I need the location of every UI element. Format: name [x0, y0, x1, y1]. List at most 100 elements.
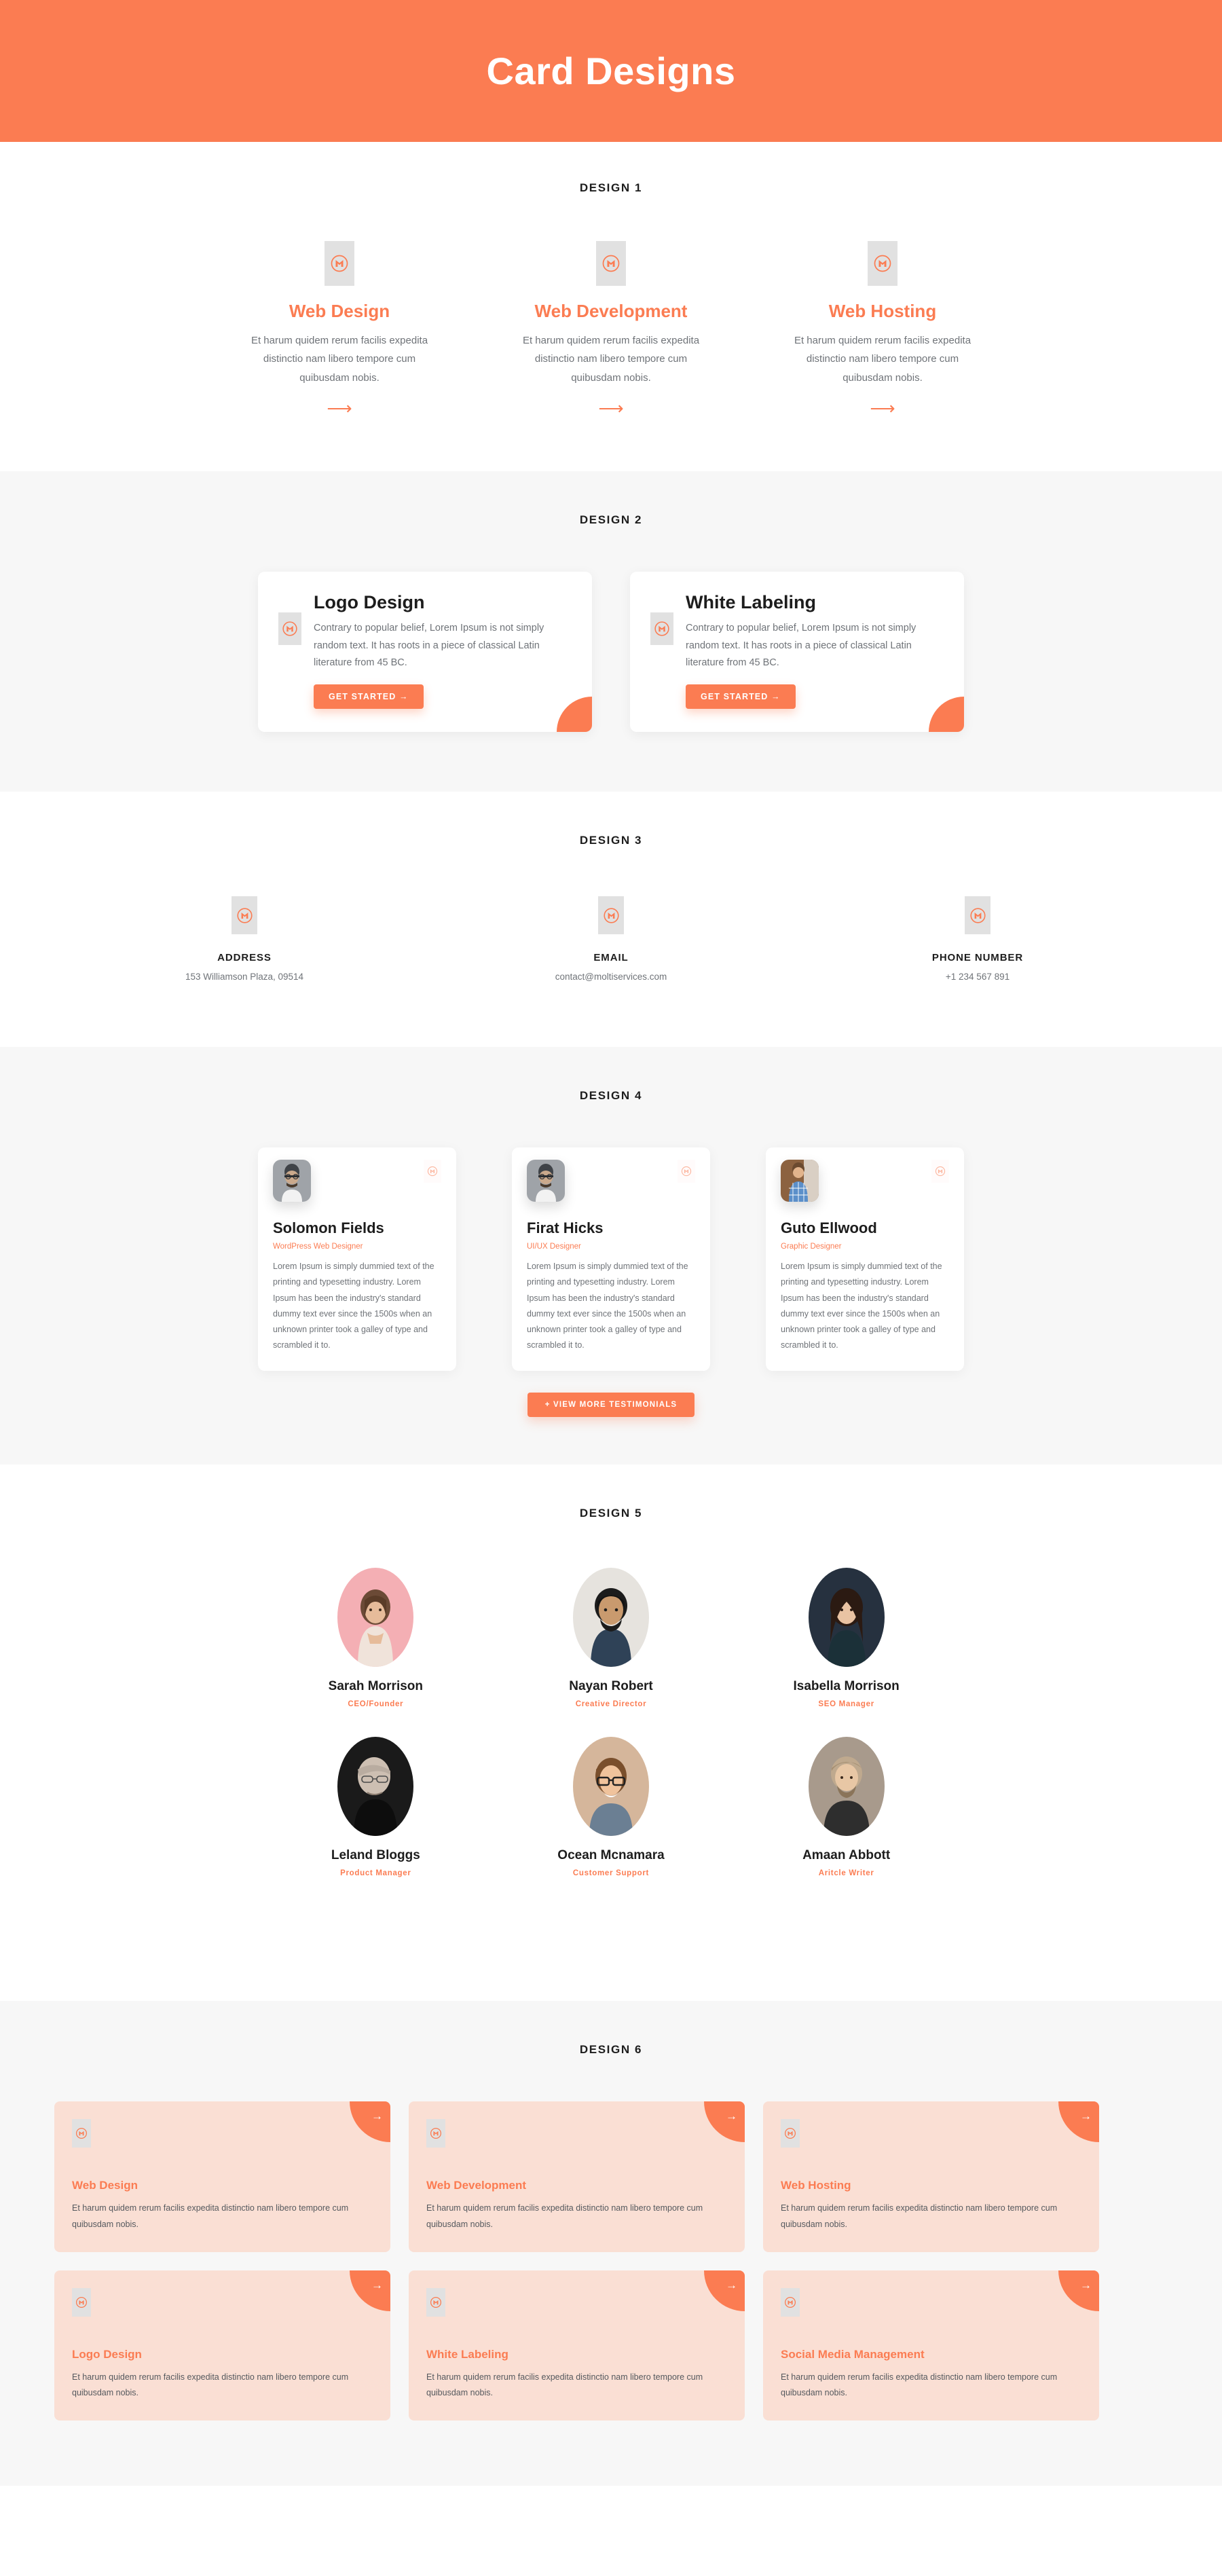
team-member-role: Aritcle Writer — [818, 1869, 874, 1878]
feature-card-description: Contrary to popular belief, Lorem Ipsum … — [686, 622, 916, 669]
brand-m-logo-icon — [781, 2119, 800, 2148]
arrow-right-icon[interactable]: → — [1058, 2101, 1099, 2143]
testimonial-card[interactable]: Solomon Fields WordPress Web Designer Lo… — [258, 1147, 456, 1372]
view-more-row: + VIEW MORE TESTIMONIALS — [0, 1393, 1222, 1418]
avatar — [273, 1160, 311, 1202]
feature-card[interactable]: White Labeling Contrary to popular belie… — [630, 571, 964, 733]
feature-card-title: Logo Design — [314, 591, 425, 612]
testimonial-card[interactable]: Firat Hicks UI/UX Designer Lorem Ipsum i… — [512, 1147, 710, 1372]
service-card[interactable]: Web Hosting Et harum quidem rerum facili… — [781, 241, 984, 417]
avatar — [527, 1160, 565, 1202]
service-card[interactable]: Web Development Et harum quidem rerum fa… — [509, 241, 713, 417]
arrow-glyph: → — [726, 2278, 737, 2292]
arrow-glyph: → — [371, 2278, 383, 2292]
arrow-right-icon[interactable]: ⟶ — [509, 399, 713, 417]
testimonial-card-header — [273, 1160, 441, 1202]
service-tile-title: White Labeling — [426, 2347, 508, 2361]
team-member-card[interactable]: Leland Bloggs Product Manager — [258, 1737, 494, 1877]
feature-card-body: Logo Design Contrary to popular belief, … — [314, 591, 572, 710]
team-member-role: Customer Support — [572, 1869, 650, 1878]
service-card-description: Et harum quidem rerum facilis expedita d… — [522, 335, 700, 384]
service-tile[interactable]: → Logo Design Et harum quidem rerum faci… — [54, 2270, 390, 2421]
contact-card-value[interactable]: contact@moltiservices.com — [489, 972, 733, 982]
team-member-name: Sarah Morrison — [328, 1679, 424, 1694]
brand-m-logo-icon — [72, 2119, 91, 2148]
team-member-name: Amaan Abbott — [802, 1848, 891, 1863]
arrow-right-icon[interactable]: ⟶ — [238, 399, 441, 417]
service-tile[interactable]: → Web Design Et harum quidem rerum facil… — [54, 2101, 390, 2252]
testimonial-card-header — [527, 1160, 695, 1202]
contact-card: PHONE NUMBER +1 234 567 891 — [855, 896, 1100, 982]
service-tile[interactable]: → White Labeling Et harum quidem rerum f… — [409, 2270, 745, 2421]
service-tile-description: Et harum quidem rerum facilis expedita d… — [72, 2203, 349, 2229]
section-label-design-5: DESIGN 5 — [579, 1507, 643, 1520]
design-5-team-grid: Sarah Morrison CEO/Founder Nayan Robert … — [258, 1568, 964, 1906]
avatar — [781, 1160, 819, 1202]
feature-card-description: Contrary to popular belief, Lorem Ipsum … — [314, 622, 544, 669]
service-tile[interactable]: → Web Hosting Et harum quidem rerum faci… — [763, 2101, 1099, 2252]
arrow-right-icon[interactable]: → — [704, 2101, 745, 2143]
feature-card-body: White Labeling Contrary to popular belie… — [686, 592, 944, 710]
arrow-glyph: → — [1080, 2110, 1092, 2123]
team-member-name: Isabella Morrison — [793, 1679, 900, 1694]
get-started-button[interactable]: GET STARTED → — [314, 684, 424, 710]
view-more-testimonials-button[interactable]: + VIEW MORE TESTIMONIALS — [527, 1393, 695, 1418]
testimonial-author-role: WordPress Web Designer — [273, 1243, 363, 1251]
icon-wrapper — [509, 241, 713, 286]
arrow-right-icon[interactable]: → — [704, 2270, 745, 2311]
arrow-right-icon[interactable]: → — [1058, 2270, 1099, 2311]
service-card-description: Et harum quidem rerum facilis expedita d… — [794, 335, 971, 384]
testimonial-author-role: Graphic Designer — [781, 1243, 842, 1251]
brand-m-logo-icon — [278, 612, 301, 645]
design-6-section: DESIGN 6 → Web Design Et harum quidem re… — [0, 2001, 1222, 2486]
team-member-card[interactable]: Nayan Robert Creative Director — [494, 1568, 729, 1708]
team-member-role: Creative Director — [575, 1700, 647, 1709]
brand-m-logo-icon — [781, 2287, 800, 2317]
section-label-design-1: DESIGN 1 — [579, 181, 643, 194]
brand-m-logo-icon — [596, 241, 626, 286]
brand-m-logo-icon — [72, 2287, 91, 2317]
arrow-right-icon[interactable]: → — [350, 2101, 390, 2143]
arrow-right-icon[interactable]: ⟶ — [781, 399, 984, 417]
testimonial-text: Lorem Ipsum is simply dummied text of th… — [527, 1262, 688, 1350]
team-member-name: Ocean Mcnamara — [557, 1848, 665, 1863]
section-label-design-2: DESIGN 2 — [579, 513, 643, 526]
brand-m-logo-icon — [868, 241, 897, 286]
contact-card-value[interactable]: +1 234 567 891 — [855, 972, 1100, 982]
team-member-role: Product Manager — [340, 1869, 411, 1878]
testimonial-card[interactable]: Guto Ellwood Graphic Designer Lorem Ipsu… — [766, 1147, 964, 1372]
arrow-glyph: → — [1080, 2278, 1092, 2292]
page-header: Card Designs — [0, 0, 1222, 142]
icon-wrapper — [238, 241, 441, 286]
get-started-button[interactable]: GET STARTED → — [686, 684, 796, 710]
brand-m-logo-icon — [965, 896, 990, 935]
design-3-section: DESIGN 3 ADDRESS 153 Williamson Plaza, 0… — [0, 792, 1222, 1048]
team-member-role: SEO Manager — [818, 1700, 874, 1709]
brand-m-logo-icon — [325, 241, 354, 286]
section-label-design-6: DESIGN 6 — [579, 2043, 643, 2057]
arrow-right-icon[interactable]: → — [350, 2270, 390, 2311]
team-member-card[interactable]: Isabella Morrison SEO Manager — [728, 1568, 964, 1708]
service-tile-description: Et harum quidem rerum facilis expedita d… — [426, 2372, 703, 2398]
brand-m-logo-icon — [426, 2119, 445, 2148]
service-tile[interactable]: → Web Development Et harum quidem rerum … — [409, 2101, 745, 2252]
team-member-card[interactable]: Ocean Mcnamara Customer Support — [494, 1737, 729, 1877]
testimonial-text: Lorem Ipsum is simply dummied text of th… — [273, 1262, 434, 1350]
service-tile-title: Web Hosting — [781, 2179, 851, 2192]
service-card[interactable]: Web Design Et harum quidem rerum facilis… — [238, 241, 441, 417]
team-member-name: Nayan Robert — [569, 1679, 653, 1694]
brand-m-logo-icon — [426, 2287, 445, 2317]
feature-card[interactable]: Logo Design Contrary to popular belief, … — [258, 571, 592, 733]
avatar — [337, 1737, 414, 1837]
service-tile-description: Et harum quidem rerum facilis expedita d… — [781, 2203, 1058, 2229]
design-2-section: DESIGN 2 Logo Design Contrary to popular… — [0, 471, 1222, 792]
design-1-card-grid: Web Design Et harum quidem rerum facilis… — [238, 241, 984, 417]
brand-m-logo-icon — [232, 896, 257, 935]
service-tile[interactable]: → Social Media Management Et harum quide… — [763, 2270, 1099, 2421]
testimonial-author-name: Guto Ellwood — [781, 1219, 877, 1237]
avatar — [572, 1568, 649, 1668]
contact-card-value[interactable]: 153 Williamson Plaza, 09514 — [122, 972, 367, 982]
team-member-card[interactable]: Amaan Abbott Aritcle Writer — [728, 1737, 964, 1877]
contact-card: EMAIL contact@moltiservices.com — [489, 896, 733, 982]
team-member-card[interactable]: Sarah Morrison CEO/Founder — [258, 1568, 494, 1708]
